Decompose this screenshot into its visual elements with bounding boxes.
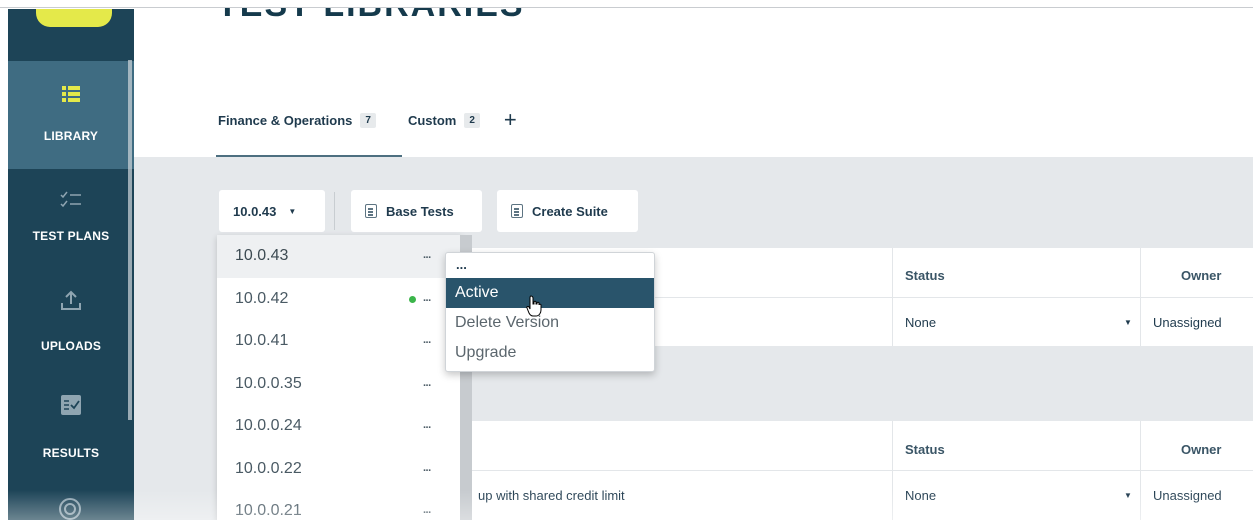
version-item[interactable]: 10.0.42 ... [217, 278, 462, 321]
version-label: 10.0.42 [235, 289, 289, 307]
column-divider [892, 421, 893, 520]
menu-item-delete-version[interactable]: Delete Version [446, 308, 654, 338]
version-item[interactable]: 10.0.0.35 ... [217, 363, 462, 406]
version-dropdown[interactable]: 10.0.43 ▼ [219, 190, 325, 232]
base-tests-button[interactable]: Base Tests [351, 190, 482, 232]
sidebar-item-test-plans[interactable]: TEST PLANS [8, 189, 134, 259]
chevron-down-icon[interactable]: ▼ [1124, 318, 1132, 327]
version-item[interactable]: 10.0.0.22 ... [217, 448, 462, 491]
version-dropdown-value: 10.0.43 [233, 203, 277, 219]
base-tests-label: Base Tests [386, 203, 454, 219]
chevron-down-icon: ▼ [288, 206, 297, 216]
column-divider [892, 248, 893, 346]
version-label: 10.0.43 [235, 247, 289, 265]
sidebar: LIBRARY TEST PLANS UPLOADS RESULTS [8, 9, 134, 520]
target-icon[interactable] [58, 497, 82, 520]
add-tab-icon[interactable]: + [504, 109, 517, 131]
status-value[interactable]: None [905, 488, 936, 503]
table-header: Status Owner [460, 421, 1253, 471]
version-label: 10.0.0.22 [235, 459, 302, 477]
owner-value[interactable]: Unassigned [1153, 315, 1222, 330]
version-list: 10.0.43 ... 10.0.42 ... 10.0.41 ... 10.0… [217, 235, 462, 520]
owner-column-header: Owner [1181, 268, 1222, 283]
sidebar-item-library[interactable]: LIBRARY [8, 61, 134, 169]
status-column-header: Status [905, 442, 945, 457]
more-options-icon[interactable]: ... [423, 377, 431, 389]
owner-value[interactable]: Unassigned [1153, 488, 1222, 503]
tab-label: Finance & Operations [218, 112, 353, 128]
more-options-icon[interactable]: ... [423, 334, 431, 346]
version-context-menu: ... Active Delete Version Upgrade [445, 252, 655, 372]
version-label: 10.0.0.21 [235, 502, 302, 520]
version-item[interactable]: 10.0.41 ... [217, 320, 462, 363]
sidebar-item-label: LIBRARY [43, 129, 99, 143]
version-item[interactable]: 10.0.43 ... [217, 235, 462, 278]
version-item[interactable]: 10.0.0.21 ... [217, 490, 462, 520]
document-icon [511, 204, 523, 218]
create-suite-label: Create Suite [532, 203, 608, 219]
menu-item-active[interactable]: Active [446, 278, 654, 308]
status-column-header: Status [905, 268, 945, 283]
app-logo[interactable] [36, 9, 112, 27]
status-value[interactable]: None [905, 315, 936, 330]
tab-label: Custom [407, 112, 457, 128]
tab-custom[interactable]: Custom 2 [407, 112, 480, 128]
hand-pointer-icon [526, 295, 542, 322]
more-options-icon[interactable]: ... [423, 249, 431, 261]
table-row[interactable]: up with shared credit limit None ▼ Unass… [460, 471, 1253, 517]
toolbar-divider [334, 192, 335, 230]
column-divider [1140, 421, 1141, 520]
version-item[interactable]: 10.0.0.24 ... [217, 405, 462, 448]
more-options-icon[interactable]: ... [423, 292, 431, 304]
version-label: 10.0.41 [235, 332, 289, 350]
test-table-2: Status Owner up with shared credit limit… [460, 421, 1253, 520]
sidebar-item-label: TEST PLANS [32, 229, 110, 243]
more-options-icon[interactable]: ... [423, 462, 431, 474]
sidebar-item-uploads[interactable]: UPLOADS [8, 289, 134, 369]
tab-count-badge: 7 [360, 112, 376, 128]
sidebar-scrollbar[interactable] [128, 60, 132, 420]
column-divider [1140, 248, 1141, 346]
version-label: 10.0.0.35 [235, 374, 302, 392]
test-name[interactable]: up with shared credit limit [478, 488, 625, 503]
tab-finance-operations[interactable]: Finance & Operations 7 [218, 112, 376, 128]
document-icon [365, 204, 377, 218]
create-suite-button[interactable]: Create Suite [497, 190, 638, 232]
active-status-dot [409, 295, 416, 303]
owner-column-header: Owner [1181, 442, 1222, 457]
list-icon [60, 83, 82, 105]
more-options-icon[interactable]: ... [423, 419, 431, 431]
tab-count-badge: 2 [464, 112, 480, 128]
more-options-icon: ... [456, 257, 467, 272]
checklist-icon [60, 189, 82, 211]
sidebar-item-results[interactable]: RESULTS [8, 394, 134, 474]
window-top-edge [0, 0, 1253, 8]
sidebar-item-label: UPLOADS [40, 339, 102, 353]
results-icon [60, 394, 82, 416]
chevron-down-icon[interactable]: ▼ [1124, 491, 1132, 500]
sidebar-item-label: RESULTS [42, 446, 100, 460]
version-label: 10.0.0.24 [235, 417, 302, 435]
upload-icon [60, 289, 82, 311]
menu-item-upgrade[interactable]: Upgrade [446, 338, 654, 368]
library-tabs: Finance & Operations 7 Custom 2 + [218, 109, 517, 131]
more-options-icon[interactable]: ... [423, 504, 431, 516]
app-root: LIBRARY TEST PLANS UPLOADS RESULTS TEST … [0, 0, 1253, 520]
